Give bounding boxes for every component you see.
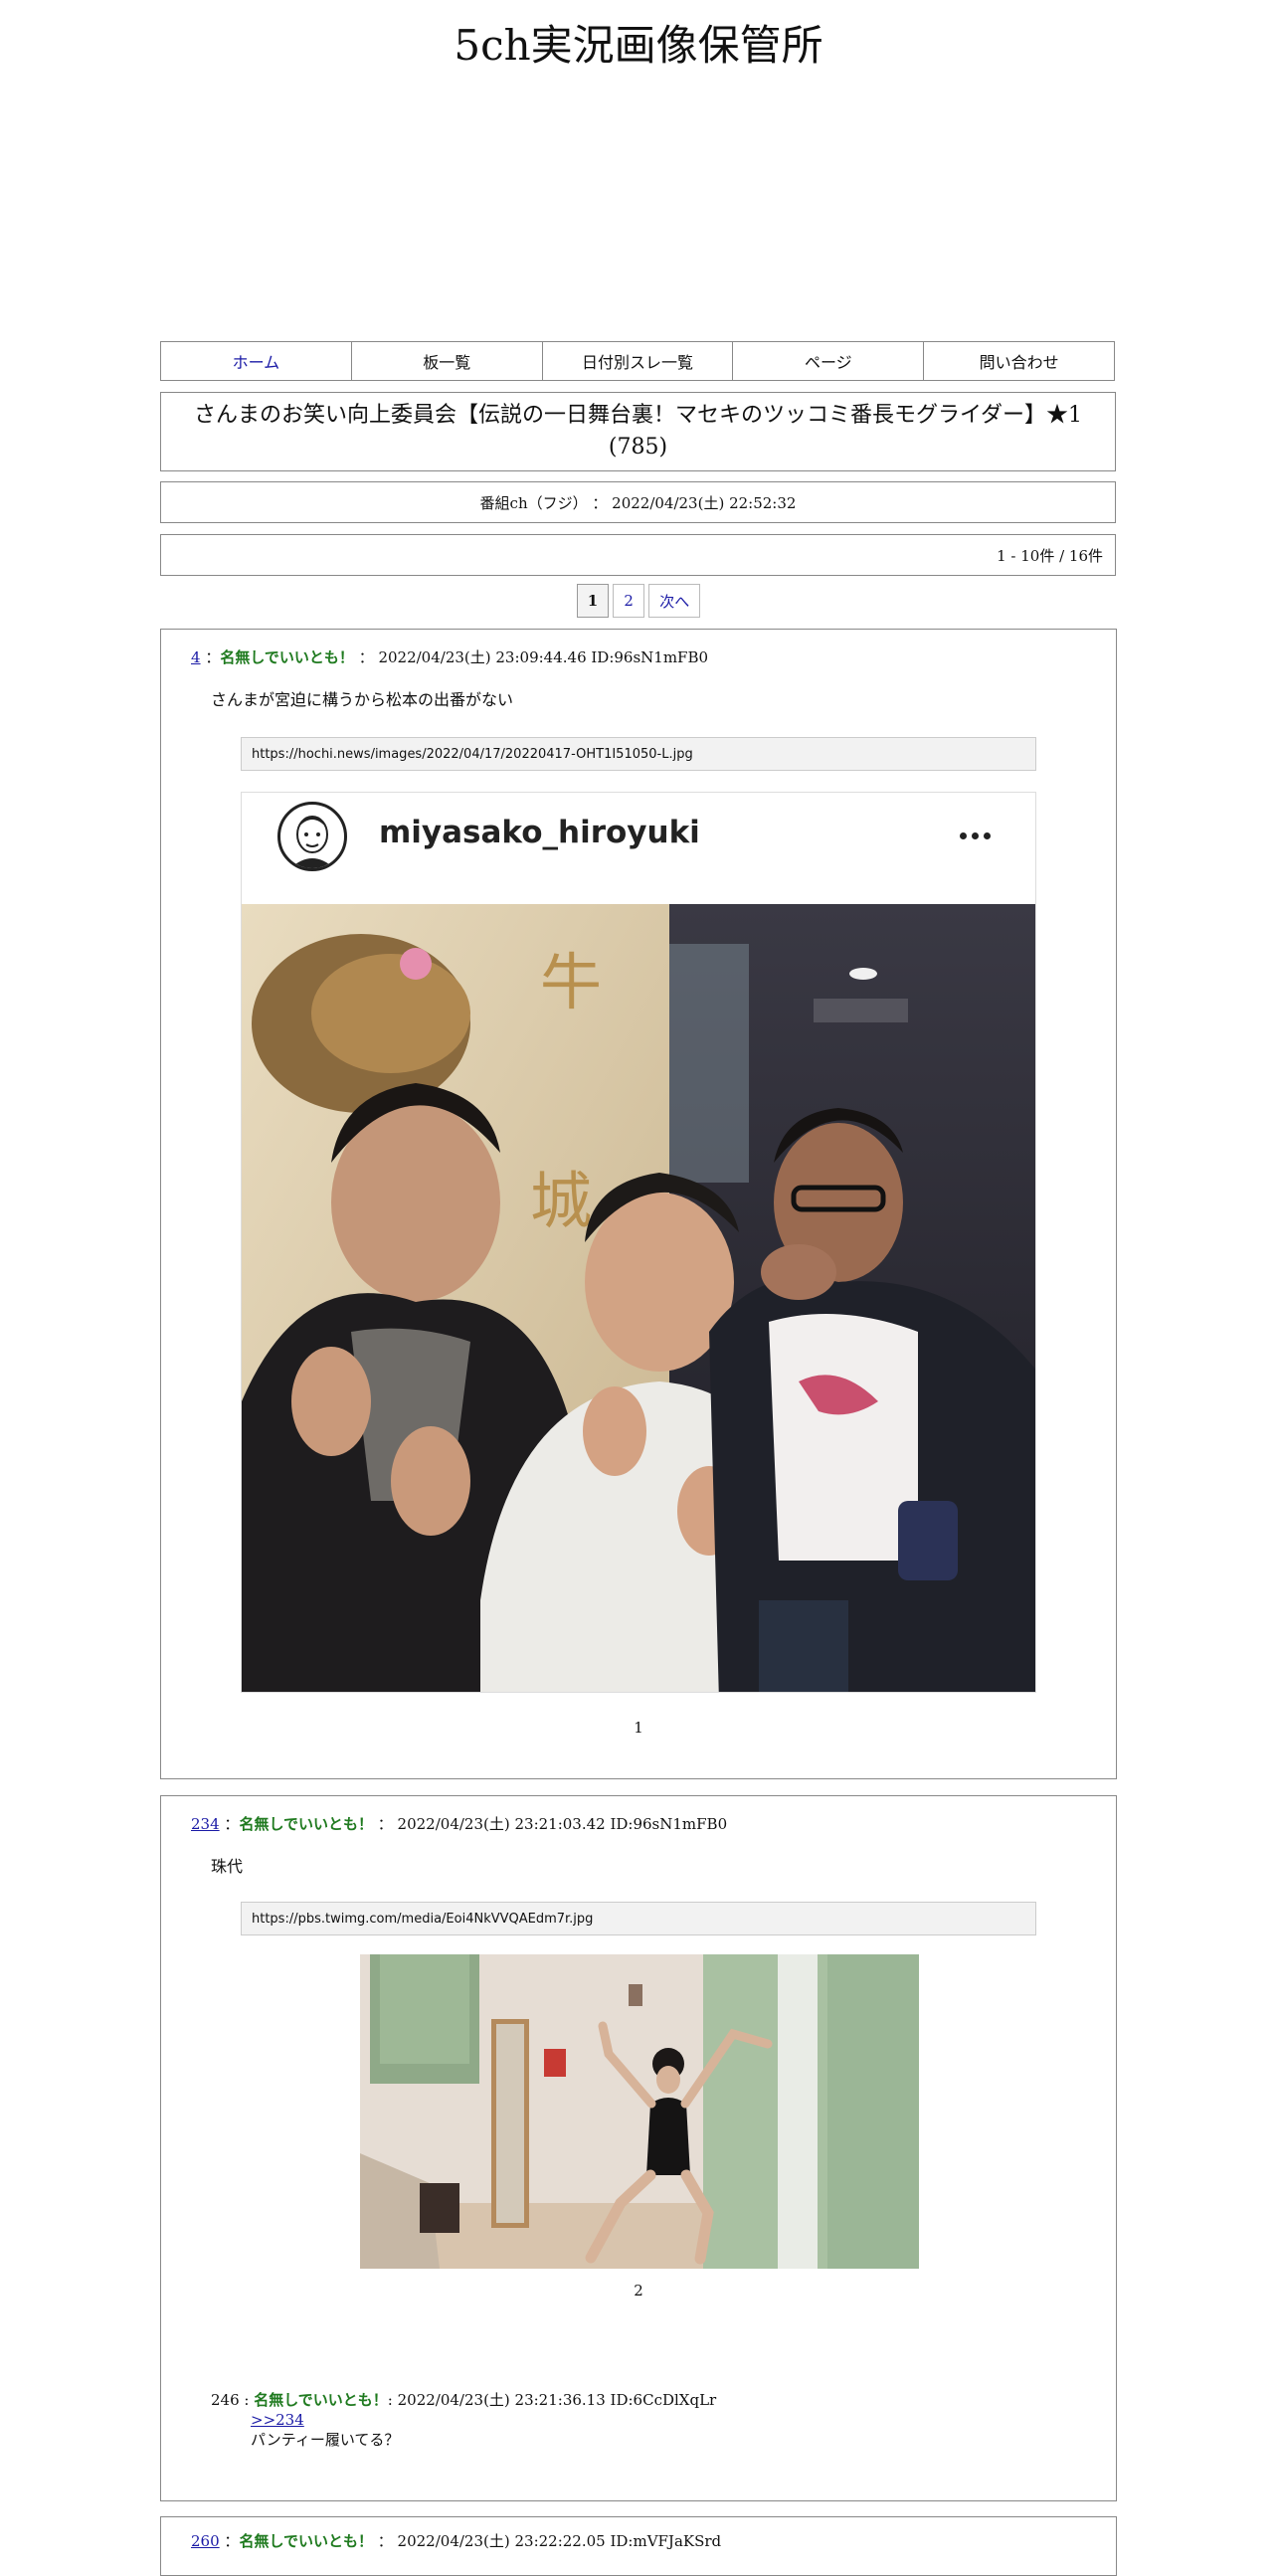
post-header: 260 ：名無しでいいとも！ ： 2022/04/23(土) 23:22:22.… (191, 2530, 721, 2551)
site-title[interactable]: 5ch実況画像保管所 (0, 18, 1277, 74)
svg-text:城: 城 (530, 1165, 592, 1237)
page-2-button[interactable]: 2 (613, 584, 645, 618)
post-image[interactable] (360, 1954, 919, 2269)
post-sep: ： (224, 2532, 240, 2550)
post: 4 ：名無しでいいとも！ ： 2022/04/23(土) 23:09:44.46… (160, 629, 1117, 1779)
insta-photo: 牛 城 (242, 904, 1035, 1692)
post: 260 ：名無しでいいとも！ ： 2022/04/23(土) 23:22:22.… (160, 2516, 1117, 2576)
post-header: 234 ：名無しでいいとも！ ： 2022/04/23(土) 23:21:03.… (191, 1813, 727, 1834)
avatar (277, 802, 347, 871)
insta-header: miyasako_hiroyuki (242, 793, 1035, 904)
poster-name: 名無しでいいとも！ (239, 1815, 373, 1833)
image-caption: 1 (634, 1719, 643, 1737)
thread-title-text: さんまのお笑い向上委員会【伝説の一日舞台裏！マセキのツッコミ番長モグライダー】★… (193, 403, 1083, 460)
avatar-face-icon (290, 816, 334, 868)
post-meta: ： 2022/04/23(土) 23:09:44.46 ID:96sN1mFB0 (358, 648, 709, 666)
svg-text:牛: 牛 (540, 946, 602, 1018)
post-sep: ： (205, 648, 221, 666)
next-page-button[interactable]: 次へ (648, 584, 701, 618)
board-info: 番組ch（フジ） ： 2022/04/23(土) 22:52:32 (160, 481, 1116, 523)
post: 234 ：名無しでいいとも！ ： 2022/04/23(土) 23:21:03.… (160, 1795, 1117, 2501)
post-sep: ： (224, 1815, 240, 1833)
reply-text: パンティー履いてる？ (251, 2431, 400, 2449)
image-url[interactable]: https://pbs.twimg.com/media/Eoi4NkVVQAEd… (241, 1902, 1036, 1935)
reply-number: 246 : (211, 2391, 250, 2409)
thread-title: さんまのお笑い向上委員会【伝説の一日舞台裏！マセキのツッコミ番長モグライダー】★… (160, 392, 1116, 471)
post-number-link[interactable]: 234 (191, 1815, 220, 1833)
pagination: 1 2 次へ (0, 584, 1277, 618)
post-number-link[interactable]: 4 (191, 648, 201, 666)
post-body: 珠代 (211, 1857, 244, 1876)
nav-home[interactable]: ホーム (161, 342, 352, 380)
nav-board-list[interactable]: 板一覧 (352, 342, 543, 380)
insta-username: miyasako_hiroyuki (379, 815, 700, 850)
nav-page[interactable]: ページ (733, 342, 925, 380)
post-image[interactable]: miyasako_hiroyuki 牛 城 (241, 792, 1036, 1693)
main-nav: ホーム 板一覧 日付別スレ一覧 ページ 問い合わせ (160, 341, 1115, 381)
nav-date-threads[interactable]: 日付別スレ一覧 (543, 342, 734, 380)
post-header: 4 ：名無しでいいとも！ ： 2022/04/23(土) 23:09:44.46… (191, 646, 708, 667)
page-1-button[interactable]: 1 (576, 584, 610, 618)
reply-quote: 246 : 名無しでいいとも！: 2022/04/23(土) 23:21:36.… (211, 2390, 716, 2450)
image-url[interactable]: https://hochi.news/images/2022/04/17/202… (241, 737, 1036, 771)
image-caption: 2 (634, 2282, 643, 2300)
post-count-text: 1 - 10件 / 16件 (997, 546, 1103, 565)
more-options-icon (960, 832, 991, 839)
poster-name: 名無しでいいとも！ (220, 648, 354, 666)
post-count: 1 - 10件 / 16件 (160, 534, 1116, 576)
reply-poster-name: 名無しでいいとも！ (254, 2391, 388, 2409)
post-meta: ： 2022/04/23(土) 23:21:03.42 ID:96sN1mFB0 (377, 1815, 728, 1833)
post-meta: ： 2022/04/23(土) 23:22:22.05 ID:mVFJaKSrd (377, 2532, 722, 2550)
nav-contact[interactable]: 問い合わせ (924, 342, 1114, 380)
reply-anchor-link[interactable]: >>234 (211, 2410, 716, 2430)
board-info-text: 番組ch（フジ） ： 2022/04/23(土) 22:52:32 (479, 493, 797, 512)
poster-name: 名無しでいいとも！ (239, 2532, 373, 2550)
reply-meta: : 2022/04/23(土) 23:21:36.13 ID:6CcDlXqLr (387, 2391, 717, 2409)
post-number-link[interactable]: 260 (191, 2532, 220, 2550)
post-body: さんまが宮迫に構うから松本の出番がない (211, 690, 514, 709)
